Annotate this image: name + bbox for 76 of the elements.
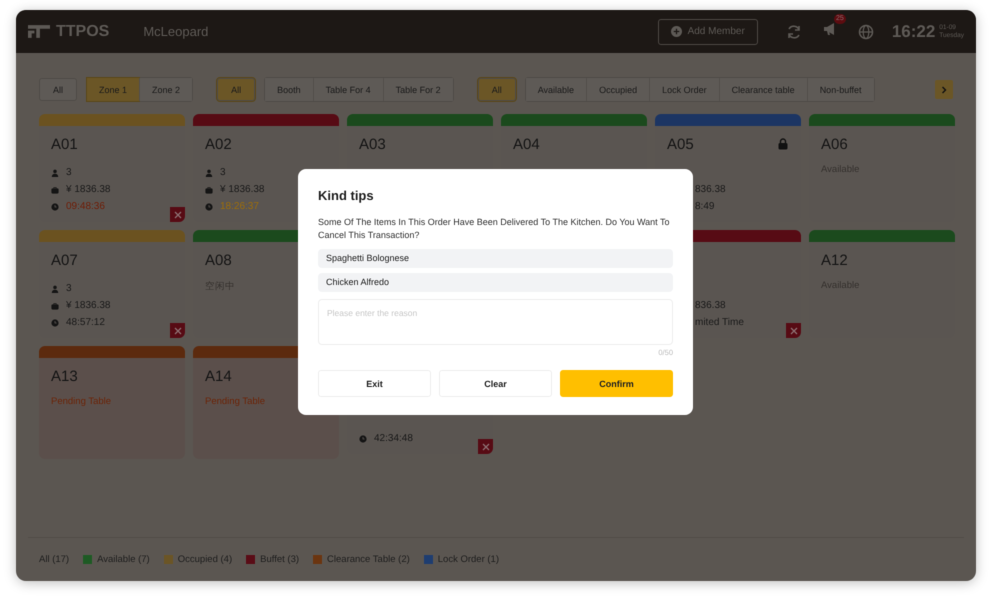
table-card[interactable]: A13 Pending Table [39,346,185,459]
table-info: 3 [66,283,72,294]
person-icon [205,168,213,176]
legend-label[interactable]: Clearance Table (2) [327,554,410,565]
filter-chip[interactable]: Zone 1 [87,78,140,101]
globe-icon[interactable] [858,24,874,40]
clock-icon [359,434,367,442]
close-button[interactable] [786,323,801,338]
table-name: A05 [667,136,694,152]
table-card[interactable]: A07 3 ¥ 1836.38 48:57:12 [39,230,185,338]
scroll-right-button[interactable] [935,80,953,99]
table-name: A08 [205,252,232,268]
close-icon [174,326,182,334]
order-item: Spaghetti Bolognese [318,249,673,268]
table-info: 18:26:37 [220,201,259,212]
filter-chip[interactable]: Table For 2 [382,78,453,101]
close-button[interactable] [170,207,185,222]
legend-label[interactable]: Available (7) [97,554,150,565]
dialog-button[interactable]: Exit [318,370,431,397]
table-info: mited Time [695,317,744,328]
legend-label[interactable]: All (17) [39,554,70,565]
table-info: 09:48:36 [66,201,105,212]
table-name: A01 [51,136,78,152]
logo-icon [28,25,50,38]
table-name: A07 [51,252,78,268]
table-info: 48:57:12 [66,317,105,328]
close-button[interactable] [170,323,185,338]
person-icon [51,284,59,292]
filter-chip[interactable]: All [217,78,256,101]
table-info: ¥ 1836.38 [66,300,110,311]
plus-icon [670,26,682,37]
table-name: A06 [821,136,848,152]
table-name: A14 [205,368,232,384]
table-info: 836.38 [695,300,726,311]
refresh-icon[interactable] [786,24,802,40]
filter-chip[interactable]: Non-buffet [806,78,874,101]
clock-icon [51,318,59,326]
dialog-button[interactable]: Clear [439,370,552,397]
add-member-button[interactable]: Add Member [658,18,758,44]
table-card[interactable]: A01 3 ¥ 1836.38 09:48:36 [39,114,185,222]
table-status: Pending Table [51,396,112,407]
dialog-button[interactable]: Confirm [560,370,673,397]
close-icon [790,326,798,334]
filter-chip[interactable]: Zone 2 [139,78,192,101]
table-info: 3 [66,167,72,178]
table-info: ¥ 1836.38 [220,184,264,195]
table-info: ¥ 1836.38 [66,184,110,195]
clock-icon [51,202,59,210]
bag-icon [51,186,59,194]
legend-label[interactable]: Buffet (3) [260,554,300,565]
legend-label[interactable]: Lock Order (1) [438,554,500,565]
order-item: Chicken Alfredo [318,273,673,292]
close-icon [174,210,182,218]
close-button[interactable] [478,439,493,454]
table-name: A03 [359,136,386,152]
table-info: 3 [220,167,226,178]
close-icon [482,442,490,450]
table-info: 42:34:48 [374,433,413,444]
store-name: McLeopard [143,24,208,39]
bag-icon [205,186,213,194]
brand-name: TTPOS [56,22,110,40]
bag-icon [51,302,59,310]
filter-chip[interactable]: All [39,78,78,101]
table-name: A04 [513,136,540,152]
clock-icon [205,202,213,210]
filter-chip[interactable]: All [478,78,516,101]
clock-time: 16:22 [892,22,936,42]
table-name: A13 [51,368,78,384]
person-icon [51,168,59,176]
table-name: A02 [205,136,232,152]
legend-label[interactable]: Occupied (4) [178,554,232,565]
table-status: Pending Table [205,396,266,407]
table-name: A12 [821,252,848,268]
table-info: 836.38 [695,184,726,195]
table-info: 8:49 [695,201,714,212]
chevron-right-icon [940,86,948,94]
